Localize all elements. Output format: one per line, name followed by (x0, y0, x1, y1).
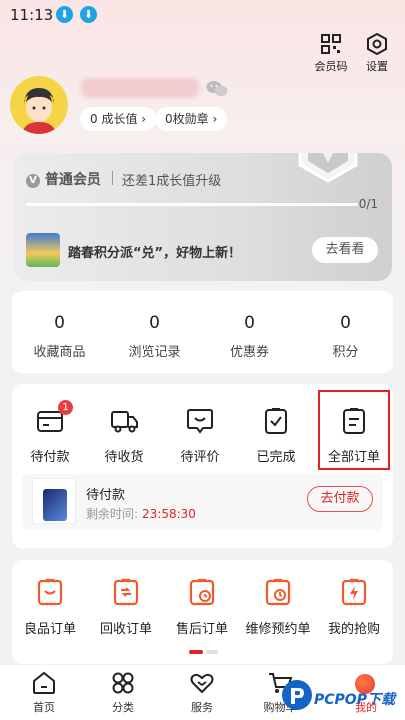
order-pending-receipt[interactable]: 待收货 (86, 406, 162, 465)
order-pending-review[interactable]: 待评价 (162, 406, 238, 465)
page-dot (206, 650, 218, 654)
order-all[interactable]: 全部订单 (316, 406, 392, 465)
remaining-time: 23:58:30 (142, 507, 196, 521)
after-sale-icon (189, 578, 215, 606)
page-dot-active (189, 650, 203, 654)
stat-label: 浏览记录 (128, 345, 181, 360)
nav-service[interactable]: 服务 (172, 671, 232, 715)
service-label: 售后订单 (175, 622, 228, 637)
stat-history[interactable]: 0 浏览记录 (107, 313, 202, 360)
service-recycle-order[interactable]: 回收订单 (88, 578, 164, 637)
service-good-order[interactable]: 良品订单 (12, 578, 88, 637)
watermark-text: PCPOP下载 (314, 692, 395, 708)
pay-button[interactable]: 去付款 (307, 486, 373, 512)
member-code-label: 会员码 (314, 60, 348, 73)
order-label: 待评价 (180, 450, 220, 465)
repair-booking-icon (265, 578, 291, 606)
progress-text: 0/1 (358, 197, 378, 211)
settings-label: 设置 (366, 60, 388, 73)
phone-image (43, 489, 67, 521)
download-icon: ⬇ (56, 6, 73, 23)
service-label: 良品订单 (23, 622, 76, 637)
wechat-icon[interactable] (206, 80, 228, 102)
category-icon (112, 672, 134, 694)
order-label: 待收货 (104, 450, 144, 465)
stat-label: 收藏商品 (33, 345, 86, 360)
member-card[interactable]: V 普通会员 还差1成长值升级 0/1 踏春积分派“兑”，好物上新！ 去看看 (14, 153, 392, 281)
service-label: 维修预约单 (245, 622, 311, 637)
separator (112, 171, 113, 185)
vip-badge-icon (298, 153, 358, 183)
pending-title: 待付款 (86, 488, 126, 503)
good-order-icon (37, 578, 63, 606)
stat-value: 0 (340, 313, 351, 333)
nav-label: 分类 (112, 701, 134, 714)
order-badge: 1 (58, 400, 73, 415)
v-small-icon: V (26, 174, 40, 188)
pending-payment-row[interactable]: 待付款 剩余时间: 23:58:30 去付款 (22, 474, 383, 530)
flash-sale-icon (341, 578, 367, 606)
nav-label: 首页 (33, 701, 55, 714)
services-card: 良品订单 回收订单 售后订单 维修预约单 我的抢购 (12, 560, 393, 664)
watermark-logo-icon (282, 680, 312, 710)
avatar[interactable] (10, 76, 68, 134)
stat-coupons[interactable]: 0 优惠券 (202, 313, 297, 360)
stat-value: 0 (244, 313, 255, 333)
settings-icon (367, 33, 387, 55)
order-completed[interactable]: 已完成 (238, 406, 314, 465)
upgrade-text: 还差1成长值升级 (122, 174, 222, 189)
promo-thumbnail (26, 233, 60, 267)
order-label: 全部订单 (327, 450, 380, 465)
service-label: 我的抢购 (327, 622, 380, 637)
product-thumbnail (32, 478, 76, 524)
username-blurred (80, 78, 200, 98)
remaining-label: 剩余时间: (86, 507, 139, 521)
status-time: 11:13 (10, 6, 54, 24)
stats-card: 0 收藏商品 0 浏览记录 0 优惠券 0 积分 (12, 291, 393, 373)
comment-icon (187, 409, 213, 434)
stat-points[interactable]: 0 积分 (298, 313, 393, 360)
service-repair-booking[interactable]: 维修预约单 (240, 578, 316, 637)
service-flash-sale[interactable]: 我的抢购 (316, 578, 392, 637)
promo-text: 踏春积分派“兑”，好物上新！ (68, 246, 242, 261)
truck-icon (111, 411, 138, 433)
status-bar: 11:13 ⬇ ⬇ (0, 0, 405, 30)
order-pending-payment[interactable]: 1 待付款 (12, 400, 88, 465)
nav-home[interactable]: 首页 (14, 671, 74, 715)
growth-progress-bar (26, 203, 358, 206)
avatar-face-icon (22, 88, 56, 134)
medal-chip[interactable]: 0枚勋章 › (155, 107, 228, 131)
growth-value-chip[interactable]: 0 成长值 › (80, 107, 157, 131)
download-icon: ⬇ (80, 6, 97, 23)
stat-value: 0 (149, 313, 160, 333)
service-label: 回收订单 (99, 622, 152, 637)
member-code-button[interactable]: 会员码 (309, 33, 353, 74)
qr-code-icon (321, 34, 341, 54)
member-level: V 普通会员 (26, 169, 101, 189)
order-label: 已完成 (256, 450, 296, 465)
heart-icon (190, 673, 214, 694)
stat-value: 0 (54, 313, 65, 333)
stat-label: 积分 (332, 345, 359, 360)
home-icon (33, 671, 55, 694)
orders-card: 1 待付款 待收货 待评价 已完成 全部订单 待付款 剩余时间: 23:58:3… (12, 384, 393, 548)
promo-button[interactable]: 去看看 (312, 237, 378, 263)
nav-category[interactable]: 分类 (93, 671, 153, 715)
stat-label: 优惠券 (229, 345, 269, 360)
check-clipboard-icon (265, 408, 287, 434)
nav-label: 服务 (191, 701, 213, 714)
pending-remaining: 剩余时间: 23:58:30 (86, 505, 196, 522)
order-label: 待付款 (30, 450, 70, 465)
list-clipboard-icon (343, 408, 365, 434)
service-after-sale[interactable]: 售后订单 (164, 578, 240, 637)
recycle-order-icon (113, 578, 139, 606)
settings-button[interactable]: 设置 (355, 33, 399, 74)
member-level-label: 普通会员 (44, 172, 101, 188)
stat-favorites[interactable]: 0 收藏商品 (12, 313, 107, 360)
